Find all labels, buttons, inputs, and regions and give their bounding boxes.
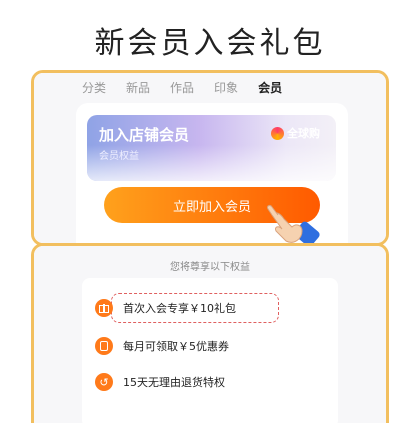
gift-icon xyxy=(95,299,113,317)
brand-badge: 全球购 xyxy=(271,125,320,141)
brand-label: 全球购 xyxy=(287,127,320,140)
benefit-item: 每月可领取￥5优惠券 xyxy=(95,337,229,355)
benefits-heading: 您将尊享以下权益 xyxy=(170,262,250,273)
store-member-panel: 分类 新品 作品 印象 会员 加入店铺会员 会员权益 全球购 立即加入会员 xyxy=(31,70,389,246)
benefits-panel: 您将尊享以下权益 xyxy=(31,243,389,423)
benefit-item: 首次入会专享￥10礼包 xyxy=(95,299,236,317)
tab-category[interactable]: 分类 xyxy=(82,79,106,96)
benefit-text: 首次入会专享￥10礼包 xyxy=(123,302,236,315)
tab-works[interactable]: 作品 xyxy=(170,79,194,96)
tab-member[interactable]: 会员 xyxy=(258,79,282,96)
store-tabs: 分类 新品 作品 印象 会员 xyxy=(82,79,282,96)
benefit-text: 15天无理由退货特权 xyxy=(123,376,225,389)
brand-logo-icon xyxy=(271,126,284,140)
benefit-text: 每月可领取￥5优惠券 xyxy=(123,340,229,353)
tab-new[interactable]: 新品 xyxy=(126,79,150,96)
member-card-subtitle: 会员权益 xyxy=(99,151,139,162)
member-card-title: 加入店铺会员 xyxy=(99,126,190,144)
tab-impression[interactable]: 印象 xyxy=(214,79,238,96)
member-card: 加入店铺会员 会员权益 全球购 xyxy=(87,115,336,181)
return-icon: ↺ xyxy=(95,373,113,391)
benefit-item: ↺ 15天无理由退货特权 xyxy=(95,373,225,391)
coupon-icon xyxy=(95,337,113,355)
page-title: 新会员入会礼包 xyxy=(94,26,326,61)
